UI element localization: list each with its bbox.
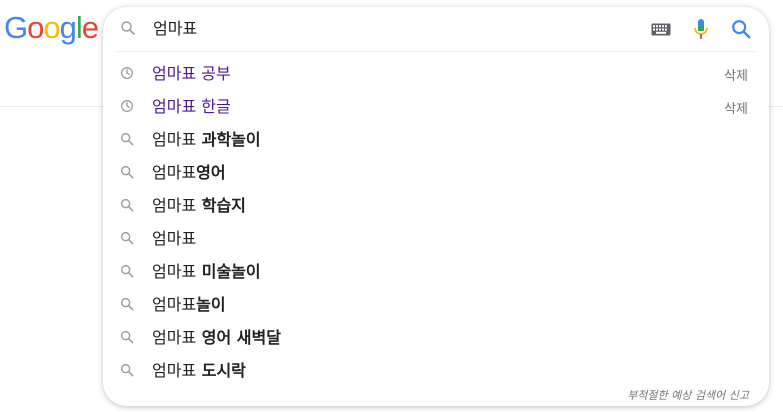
history-suggestion[interactable]: 엄마표 공부 삭제 xyxy=(103,57,769,90)
history-suggestion[interactable]: 엄마표 한글 삭제 xyxy=(103,90,769,123)
suggestion-text: 엄마표 과학놀이 xyxy=(152,129,261,151)
search-suggestion[interactable]: 엄마표 xyxy=(103,222,769,255)
search-suggestion[interactable]: 엄마표놀이 xyxy=(103,288,769,321)
suggestion-text: 엄마표 영어 새벽달 xyxy=(152,327,281,349)
search-autocomplete-box: 엄마표 엄마표 공부 삭제 엄마표 한글 삭제 엄마표 과학놀이 엄마표영어 엄… xyxy=(103,7,769,406)
search-input[interactable]: 엄마표 xyxy=(153,18,197,40)
google-logo[interactable]: Google xyxy=(4,10,99,46)
report-link[interactable]: 부적절한 예상 검색어 신고 xyxy=(627,387,749,403)
suggestion-text: 엄마표 xyxy=(152,228,196,250)
search-icon xyxy=(119,131,135,147)
suggestion-query-part: 엄마표 xyxy=(152,97,197,116)
search-suggestion[interactable]: 엄마표 도시락 xyxy=(103,354,769,387)
suggestion-query-part: 엄마표 xyxy=(152,163,197,182)
logo-letter: o xyxy=(43,10,60,45)
search-icon xyxy=(119,263,135,279)
suggestion-text: 엄마표 한글 xyxy=(152,96,231,118)
suggestion-list: 엄마표 공부 삭제 엄마표 한글 삭제 엄마표 과학놀이 엄마표영어 엄마표 학습지 엄마표 엄… xyxy=(103,57,769,387)
search-icon xyxy=(119,329,135,345)
logo-letter: e xyxy=(81,10,99,45)
search-suggestion[interactable]: 엄마표영어 xyxy=(103,156,769,189)
delete-history-button[interactable]: 삭제 xyxy=(724,65,748,84)
suggestion-query-part: 엄마표 xyxy=(152,328,197,347)
page: Google 엄마표 엄마표 공부 삭제 엄마표 한글 삭제 엄마표 과학놀이 … xyxy=(0,0,783,412)
suggestion-text: 엄마표 공부 xyxy=(152,63,231,85)
suggestion-completion-part: 영어 xyxy=(196,163,226,182)
search-suggestion[interactable]: 엄마표 미술놀이 xyxy=(103,255,769,288)
search-icon xyxy=(119,296,135,312)
suggestion-completion-part: 학습지 xyxy=(196,196,246,215)
suggestion-query-part: 엄마표 xyxy=(152,196,197,215)
suggestion-completion-part: 영어 새벽달 xyxy=(196,328,281,347)
search-suggestion[interactable]: 엄마표 과학놀이 xyxy=(103,123,769,156)
search-bar: 엄마표 xyxy=(103,7,769,51)
suggestion-query-part: 엄마표 xyxy=(152,64,197,83)
suggestion-query-part: 엄마표 xyxy=(152,130,197,149)
suggestion-query-part: 엄마표 xyxy=(152,295,197,314)
search-divider xyxy=(117,51,755,52)
logo-letter: G xyxy=(4,10,28,45)
microphone-icon[interactable] xyxy=(693,18,709,40)
suggestion-query-part: 엄마표 xyxy=(152,361,197,380)
suggestion-query-part: 엄마표 xyxy=(152,262,197,281)
search-icon xyxy=(119,230,135,246)
logo-letter: o xyxy=(27,10,44,45)
suggestion-completion-part: 놀이 xyxy=(196,295,226,314)
search-icon xyxy=(121,21,135,35)
suggestion-completion-part: 공부 xyxy=(196,64,231,83)
search-submit-icon[interactable] xyxy=(730,18,752,40)
search-suggestion[interactable]: 엄마표 학습지 xyxy=(103,189,769,222)
suggestion-query-part: 엄마표 xyxy=(152,229,197,248)
search-icon xyxy=(119,164,135,180)
clock-icon xyxy=(119,65,135,81)
suggestion-text: 엄마표놀이 xyxy=(152,294,226,316)
search-icon xyxy=(119,197,135,213)
suggestion-completion-part: 한글 xyxy=(196,97,231,116)
suggestion-completion-part: 도시락 xyxy=(196,361,246,380)
suggestion-text: 엄마표 도시락 xyxy=(152,360,246,382)
suggestion-text: 엄마표영어 xyxy=(152,162,226,184)
suggestion-completion-part: 과학놀이 xyxy=(196,130,261,149)
suggestion-completion-part: 미술놀이 xyxy=(196,262,261,281)
logo-letter: g xyxy=(59,10,77,45)
suggestion-text: 엄마표 학습지 xyxy=(152,195,246,217)
delete-history-button[interactable]: 삭제 xyxy=(724,98,748,117)
search-suggestion[interactable]: 엄마표 영어 새벽달 xyxy=(103,321,769,354)
clock-icon xyxy=(119,98,135,114)
suggestion-text: 엄마표 미술놀이 xyxy=(152,261,261,283)
search-icon xyxy=(119,362,135,378)
keyboard-icon[interactable] xyxy=(651,23,671,36)
